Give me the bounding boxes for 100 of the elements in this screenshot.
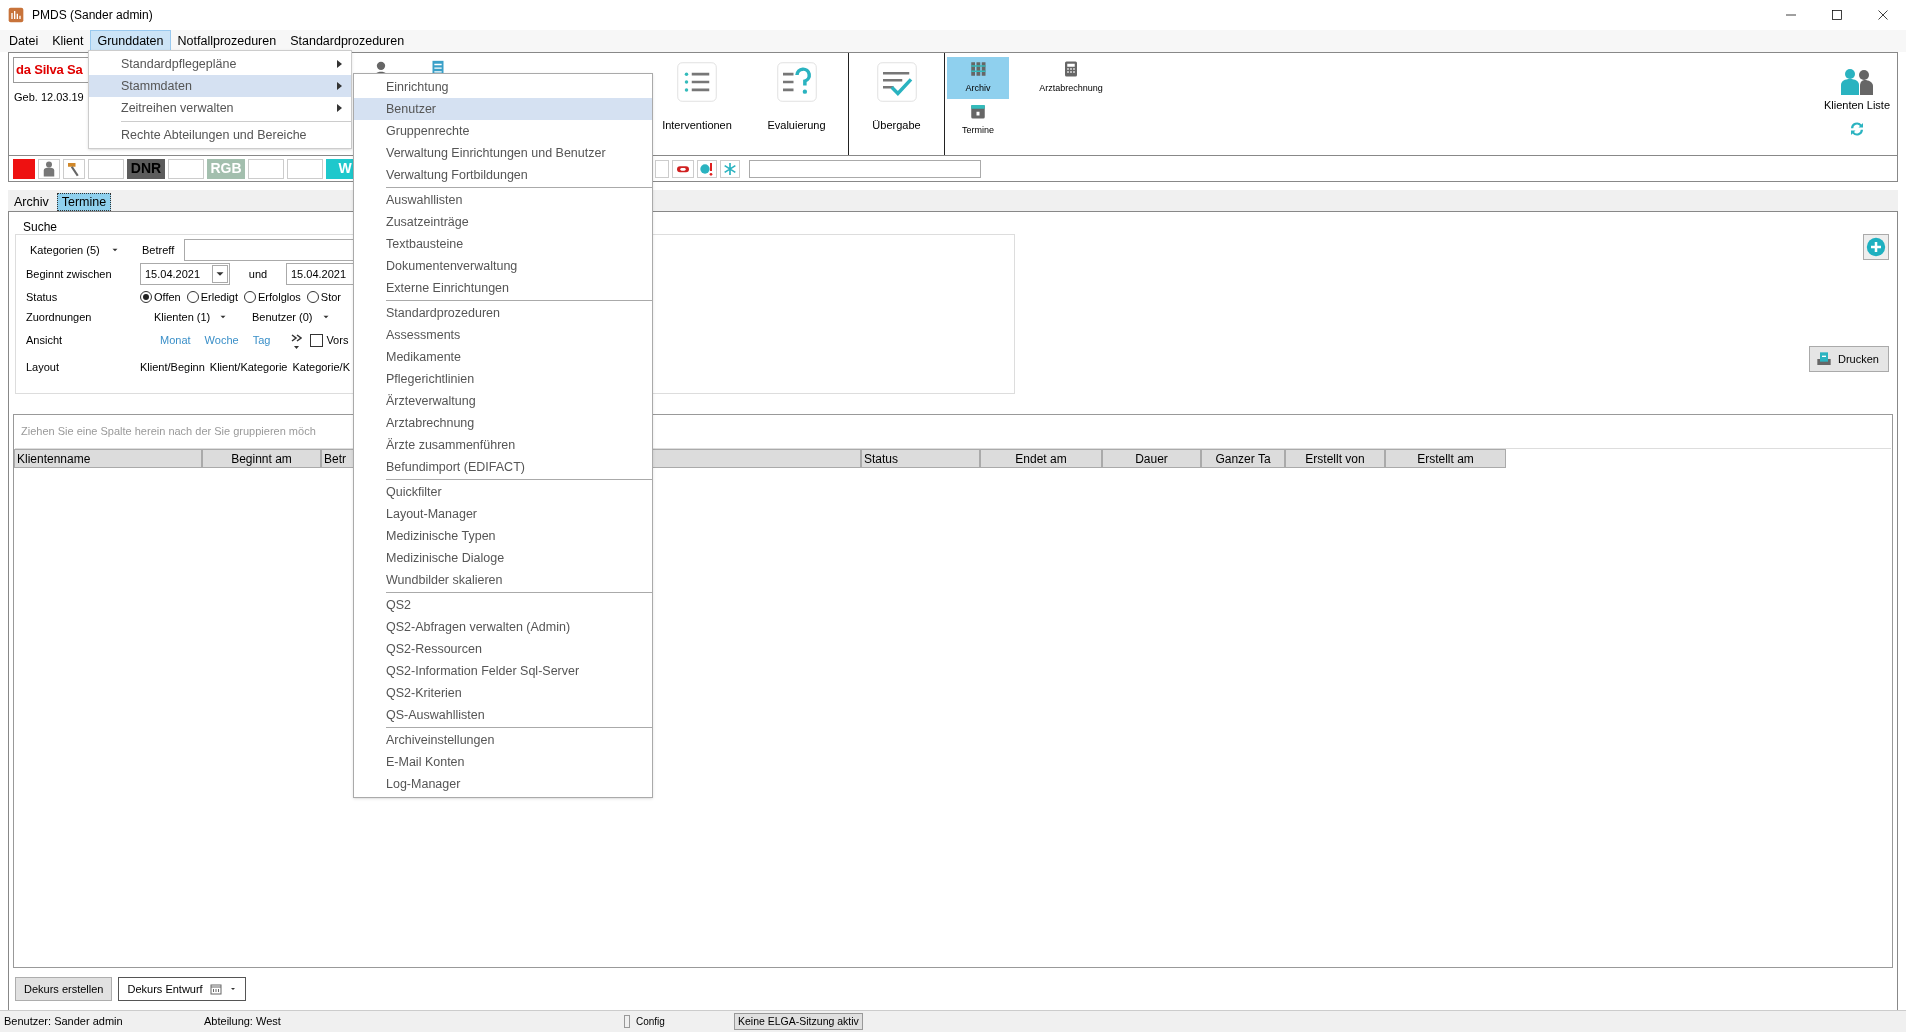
menu-item[interactable]: Ärzteverwaltung <box>354 390 652 412</box>
menu-item[interactable]: Pflegerichtlinien <box>354 368 652 390</box>
list-icon <box>676 61 718 103</box>
more-icon[interactable] <box>290 331 303 350</box>
menu-item[interactable]: Standardpflegepläne <box>89 53 351 75</box>
menu-item[interactable]: Standardprozeduren <box>283 30 412 52</box>
menu-item[interactable]: Notfallprozeduren <box>170 30 284 52</box>
action-button[interactable]: Dekurs Entwurf <box>118 977 246 1001</box>
column-header[interactable]: Erstellt am <box>1385 449 1506 468</box>
question-list-icon <box>775 61 818 103</box>
date-field[interactable]: 15.04.2021 <box>140 263 230 285</box>
action-button[interactable]: Dekurs erstellen <box>15 977 113 1001</box>
field-label: Ansicht <box>26 333 64 349</box>
view-link[interactable]: Monat <box>160 332 191 349</box>
menu-item[interactable]: Wundbilder skalieren <box>354 569 652 591</box>
layout-option[interactable]: Kategorie/K <box>292 359 350 376</box>
menu-item[interactable]: Arztabrechnung <box>354 412 652 434</box>
menu-item[interactable]: QS2-Ressourcen <box>354 638 652 660</box>
column-header[interactable]: Ganzer Ta <box>1201 449 1285 468</box>
status-text: Benutzer: Sander admin <box>3 1014 124 1030</box>
toolbar-button[interactable]: Evaluierung <box>745 53 849 155</box>
menu-item[interactable]: Layout-Manager <box>354 503 652 525</box>
menu-item[interactable]: Klient <box>45 30 91 52</box>
text-field[interactable] <box>749 159 981 178</box>
categories-dropdown[interactable]: Kategorien (5) <box>26 241 142 259</box>
toolbar-button[interactable]: Arztabrechnung <box>1027 57 1115 99</box>
menu-item[interactable]: QS2 <box>354 594 652 616</box>
refresh-icon[interactable] <box>1848 119 1866 138</box>
menu-item[interactable]: Log-Manager <box>354 773 652 795</box>
radio-button[interactable]: Stor <box>306 288 341 306</box>
menu-item[interactable]: E-Mail Konten <box>354 751 652 773</box>
menu-item[interactable]: Gruppenrechte <box>354 120 652 142</box>
view-link[interactable]: Tag <box>252 332 271 349</box>
radio-button[interactable]: Erfolglos <box>244 288 301 306</box>
menu-item[interactable]: Benutzer <box>354 98 652 120</box>
column-header[interactable]: Endet am <box>980 449 1102 468</box>
field-label: Layout <box>26 360 61 376</box>
menu-item[interactable]: Rechte Abteilungen und Bereiche <box>89 124 351 146</box>
patient-name: da Silva Sa <box>16 61 83 80</box>
menu-item[interactable]: Assessments <box>354 324 652 346</box>
view-link[interactable]: Woche <box>204 332 239 349</box>
group-title: Suche <box>23 219 58 234</box>
birth-date: Geb. 12.03.19 <box>13 90 84 105</box>
submenu-arrow-icon <box>335 103 343 113</box>
assignment-dropdown[interactable]: Klienten (1) <box>154 309 252 326</box>
field-label: Zuordnungen <box>26 310 93 325</box>
column-header[interactable]: Status <box>861 449 980 468</box>
pill-icon <box>672 159 694 178</box>
radio-button[interactable]: Offen <box>140 288 181 306</box>
empty-flag <box>287 158 323 179</box>
menu-item[interactable]: Auswahllisten <box>354 189 652 211</box>
menu-item[interactable]: Medikamente <box>354 346 652 368</box>
client-list-button[interactable]: Klienten Liste <box>1823 67 1890 114</box>
menu-item[interactable]: QS2-Information Felder Sql-Server <box>354 660 652 682</box>
toolbar-button[interactable]: Archiv <box>947 57 1009 99</box>
toolbar-button[interactable]: Übergabe <box>849 53 945 155</box>
tab[interactable]: Archiv <box>10 193 53 211</box>
column-header[interactable]: Dauer <box>1102 449 1201 468</box>
column-header[interactable]: Beginnt am <box>202 449 321 468</box>
menu-item[interactable]: Archiveinstellungen <box>354 729 652 751</box>
menu-item[interactable]: Quickfilter <box>354 481 652 503</box>
menu-item[interactable]: Befundimport (EDIFACT) <box>354 456 652 478</box>
menu-item[interactable]: Standardprozeduren <box>354 302 652 324</box>
toolbar-button[interactable]: Termine <box>947 99 1009 141</box>
menu-item[interactable]: Medizinische Dialoge <box>354 547 652 569</box>
menu-item[interactable]: Textbausteine <box>354 233 652 255</box>
menu-item[interactable]: QS2-Abfragen verwalten (Admin) <box>354 616 652 638</box>
add-icon[interactable] <box>1863 234 1889 260</box>
menu-item[interactable]: Medizinische Typen <box>354 525 652 547</box>
menu-item[interactable]: Grunddaten <box>90 30 171 52</box>
menu-item[interactable]: Ärzte zusammenführen <box>354 434 652 456</box>
menu-item[interactable]: QS-Auswahllisten <box>354 704 652 726</box>
status-text: Config <box>636 1015 665 1029</box>
menu-item[interactable]: Einrichtung <box>354 76 652 98</box>
empty-flag <box>88 158 124 179</box>
menu-item[interactable]: QS2-Kriterien <box>354 682 652 704</box>
column-header[interactable]: Klientenname <box>14 449 202 468</box>
assignment-dropdown[interactable]: Benutzer (0) <box>252 309 350 326</box>
field-label: und <box>247 266 269 282</box>
calendar-icon <box>208 983 223 995</box>
menu-item[interactable]: Datei <box>2 30 46 52</box>
status-text: Keine ELGA-Sitzung aktiv <box>734 1012 863 1031</box>
person-icon <box>38 158 60 179</box>
menu-item[interactable]: Zeitreihen verwalten <box>89 97 351 119</box>
tab[interactable]: Termine <box>56 193 112 211</box>
calculator-icon <box>1062 60 1080 79</box>
print-button[interactable]: Drucken <box>1809 346 1889 372</box>
binders-icon <box>969 60 987 79</box>
field-label: Beginnt zwischen <box>26 266 113 282</box>
layout-option[interactable]: Klient/Kategorie <box>209 359 288 376</box>
menu-item[interactable]: Zusatzeinträge <box>354 211 652 233</box>
radio-button[interactable]: Erledigt <box>186 288 238 306</box>
menu-item[interactable]: Stammdaten <box>89 75 351 97</box>
empty-flag <box>248 158 284 179</box>
column-header[interactable]: Erstellt von <box>1285 449 1385 468</box>
layout-option[interactable]: Klient/Beginn <box>140 359 205 376</box>
asterisk-icon <box>720 159 740 178</box>
toolbar-button[interactable]: Interventionen <box>649 53 745 155</box>
hammer-icon <box>63 158 85 179</box>
checkbox[interactable]: Vors <box>310 332 349 349</box>
